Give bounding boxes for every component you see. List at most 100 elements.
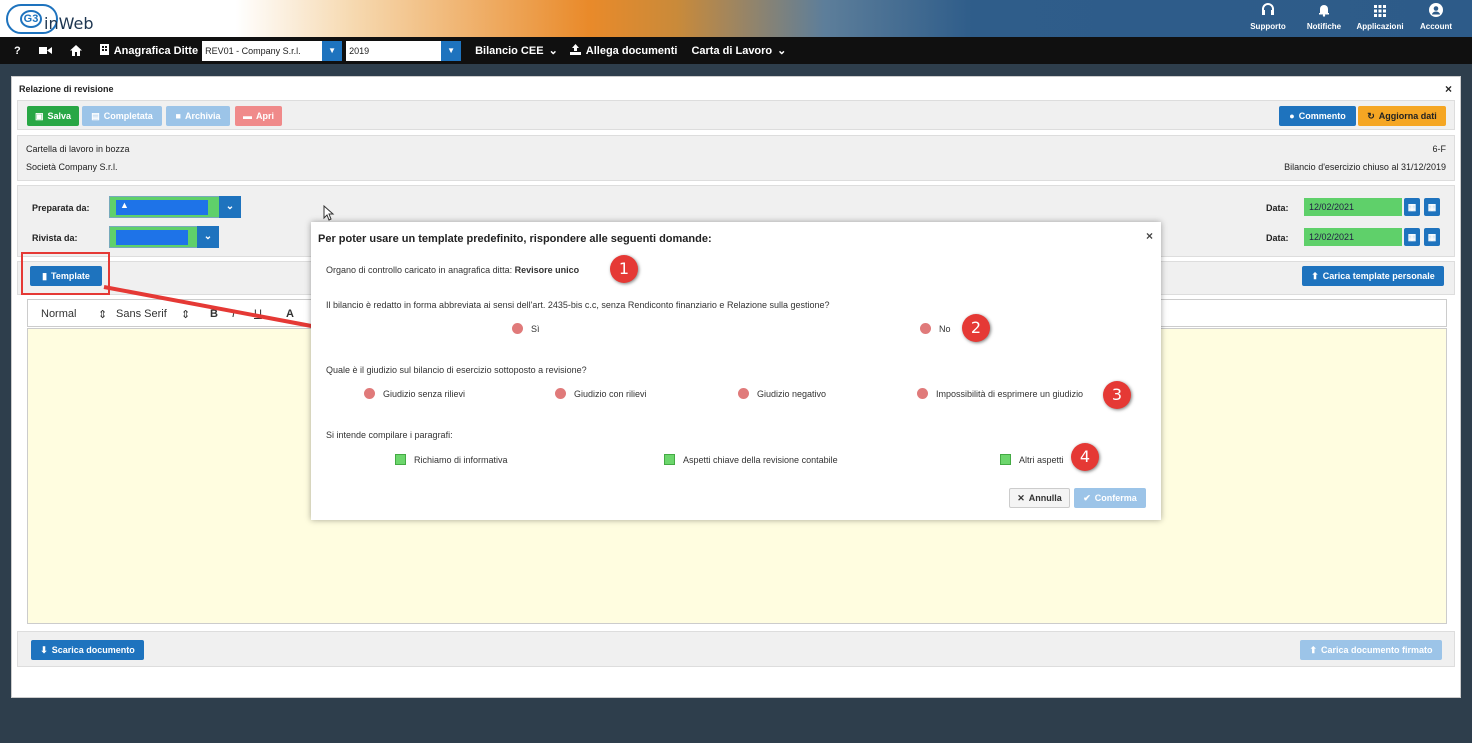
option-no-label: No <box>939 323 951 334</box>
calendar-icon[interactable]: ▦ <box>1424 198 1440 216</box>
check-aspetti-chiave-label: Aspetti chiave della revisione contabile <box>683 454 838 465</box>
app-header: G3 inWeb Supporto Notifiche Applicazioni <box>0 0 1472 37</box>
text-color-button[interactable]: A <box>286 308 294 320</box>
archive-icon: ■ <box>175 111 181 121</box>
question-abbreviated: Il bilancio è redatto in forma abbreviat… <box>326 300 830 310</box>
check-aspetti-chiave[interactable]: Aspetti chiave della revisione contabile <box>664 454 838 465</box>
chevron-down-icon: ⌄ <box>777 45 787 57</box>
bilancio-cee-label: Bilancio CEE <box>475 44 544 57</box>
calendar-icon[interactable]: ▦ <box>1404 198 1420 216</box>
status-text: Cartella di lavoro in bozza <box>26 144 130 154</box>
scarica-documento-button[interactable]: ⬇ Scarica documento <box>31 640 144 660</box>
panel-title: Relazione di revisione <box>19 84 114 94</box>
carica-firmato-button[interactable]: ⬆ Carica documento firmato <box>1300 640 1442 660</box>
mouse-cursor-icon <box>323 205 335 221</box>
font-select[interactable]: Sans Serif <box>116 308 167 320</box>
format-select[interactable]: Normal <box>41 308 76 320</box>
organo-label: Organo di controllo caricato in anagrafi… <box>326 265 513 275</box>
organo-text: Organo di controllo caricato in anagrafi… <box>326 265 579 275</box>
archivia-label: Archivia <box>184 111 221 121</box>
scarica-label: Scarica documento <box>51 645 135 655</box>
date-input-1[interactable]: 12/02/2021 <box>1304 198 1402 216</box>
company-select[interactable]: REV01 - Company S.r.l. ▼ <box>202 40 343 61</box>
option-no[interactable]: No <box>920 323 951 334</box>
user-icon: ▲ <box>120 200 129 210</box>
radio-icon <box>512 323 523 334</box>
italic-button[interactable]: I <box>232 308 235 320</box>
save-icon: ▣ <box>34 110 44 121</box>
preparata-label: Preparata da: <box>32 203 90 213</box>
year-select[interactable]: 2019 ▼ <box>346 40 462 61</box>
option-impossibilita[interactable]: Impossibilità di esprimere un giudizio <box>917 388 1083 399</box>
dialog-title: Per poter usare un template predefinito,… <box>318 233 712 245</box>
checkbox-icon <box>664 454 675 465</box>
annulla-label: Annulla <box>1028 493 1062 503</box>
account-button[interactable]: Account <box>1408 2 1464 31</box>
aggiorna-dati-button[interactable]: ↻ Aggiorna dati <box>1358 106 1446 126</box>
option-si[interactable]: Sì <box>512 323 540 334</box>
step-badge-4: 4 <box>1071 443 1099 471</box>
close-icon[interactable]: × <box>1445 82 1452 96</box>
annulla-button[interactable]: ✕ Annulla <box>1009 488 1070 508</box>
anagrafica-ditte-label: Anagrafica Ditte <box>113 44 199 57</box>
account-label: Account <box>1420 22 1452 31</box>
anagrafica-ditte-menu[interactable]: Anagrafica Ditte <box>99 43 199 58</box>
carica-template-button[interactable]: ⬆ Carica template personale <box>1302 266 1444 286</box>
radio-icon <box>917 388 928 399</box>
bilancio-cee-menu[interactable]: Bilancio CEE ⌄ <box>475 44 558 58</box>
option-con-rilievi[interactable]: Giudizio con rilievi <box>555 388 647 399</box>
close-icon[interactable]: × <box>1146 229 1153 243</box>
clipboard-icon: ▤ <box>91 110 100 121</box>
apps-button[interactable]: Applicazioni <box>1352 2 1408 31</box>
carta-di-lavoro-label: Carta di Lavoro <box>691 44 773 57</box>
footer-bar: ⬇ Scarica documento ⬆ Carica documento fir… <box>17 631 1455 667</box>
support-button[interactable]: Supporto <box>1240 2 1296 31</box>
chevron-updown-icon: ⇕ <box>98 309 108 321</box>
calendar-icon[interactable]: ▦ <box>1404 228 1420 246</box>
check-icon: ✔ <box>1083 492 1091 503</box>
template-highlight <box>21 252 110 295</box>
app-logo[interactable]: G3 inWeb <box>6 4 106 34</box>
preparata-select[interactable]: ▲ ⌄ <box>109 196 241 218</box>
option-senza-rilievi[interactable]: Giudizio senza rilievi <box>364 388 465 399</box>
step-badge-2: 2 <box>962 314 990 342</box>
chevron-down-icon: ▼ <box>441 40 462 61</box>
salva-button[interactable]: ▣ Salva <box>27 106 79 126</box>
allega-documenti-menu[interactable]: Allega documenti <box>569 43 678 58</box>
headset-icon <box>1240 2 1296 22</box>
data-label-1: Data: <box>1266 203 1289 213</box>
calendar-icon[interactable]: ▦ <box>1424 228 1440 246</box>
notifications-label: Notifiche <box>1306 22 1342 31</box>
commento-button[interactable]: ● Commento <box>1279 106 1356 126</box>
help-button[interactable]: ? <box>14 45 21 57</box>
chevron-down-icon: ⌄ <box>219 196 241 218</box>
option-si-label: Sì <box>531 323 540 334</box>
rivista-select[interactable]: ⌄ <box>109 226 219 248</box>
date-input-2[interactable]: 12/02/2021 <box>1304 228 1402 246</box>
rivista-value <box>116 230 188 245</box>
notifications-button[interactable]: Notifiche <box>1296 2 1352 31</box>
conferma-button[interactable]: ✔ Conferma <box>1074 488 1146 508</box>
apri-button[interactable]: ▬ Apri <box>235 106 282 126</box>
carta-di-lavoro-menu[interactable]: Carta di Lavoro ⌄ <box>691 44 787 58</box>
allega-documenti-label: Allega documenti <box>585 44 678 57</box>
panel-toolbar: ▣ Salva ▤ Completata ■ Archivia ▬ Apri ● Comm… <box>17 100 1455 130</box>
archivia-button[interactable]: ■ Archivia <box>166 106 230 126</box>
chevron-updown-icon: ⇕ <box>181 309 191 321</box>
preparata-value: ▲ <box>116 200 208 215</box>
bold-button[interactable]: B <box>210 308 218 320</box>
check-altri-aspetti[interactable]: Altri aspetti <box>1000 454 1064 465</box>
check-richiamo[interactable]: Richiamo di informativa <box>395 454 508 465</box>
option-impossibilita-label: Impossibilità di esprimere un giudizio <box>936 388 1084 399</box>
option-negativo[interactable]: Giudizio negativo <box>738 388 826 399</box>
option-negativo-label: Giudizio negativo <box>757 388 827 399</box>
check-richiamo-label: Richiamo di informativa <box>414 454 508 465</box>
home-icon[interactable] <box>69 45 82 56</box>
underline-button[interactable]: U <box>254 308 262 320</box>
data-label-2: Data: <box>1266 233 1289 243</box>
grid-icon <box>1352 2 1408 22</box>
video-icon[interactable] <box>38 46 52 55</box>
radio-icon <box>364 388 375 399</box>
completata-button[interactable]: ▤ Completata <box>82 106 162 126</box>
building-icon <box>99 43 109 58</box>
